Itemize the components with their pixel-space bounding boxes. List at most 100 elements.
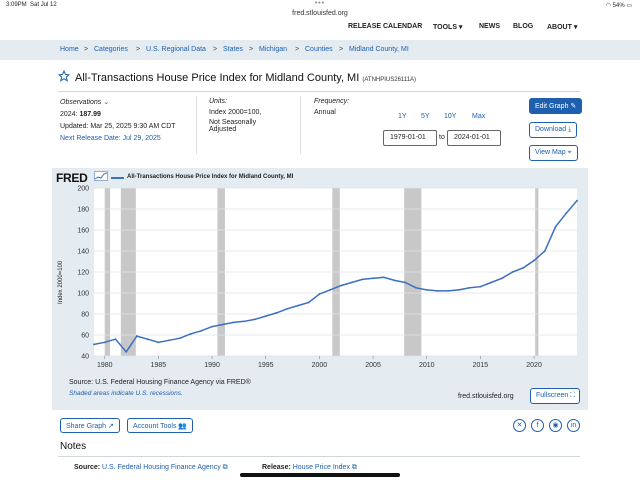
download-button[interactable]: Download ⤓ — [529, 122, 578, 138]
data-point — [211, 325, 213, 328]
top-navigation: RELEASE CALENDAR TOOLS ▾ NEWS BLOG ABOUT… — [0, 20, 640, 40]
line-chart[interactable]: 40 60 80 100 120 140 160 180 200 1980 1985 1990 1995… — [52, 180, 588, 380]
reddit-icon[interactable]: ◉ — [549, 419, 562, 432]
users-icon: 👥 — [178, 423, 188, 430]
nav-blog[interactable]: BLOG — [513, 23, 533, 30]
data-point — [382, 276, 385, 279]
data-point — [479, 285, 482, 288]
series-id: (ATNHPIUS26111A) — [362, 77, 417, 83]
recession-note[interactable]: Shaded areas indicate U.S. recessions. — [69, 390, 183, 397]
share-graph-button[interactable]: Share Graph ↗ — [60, 418, 120, 433]
data-point — [554, 225, 557, 228]
chart-source: Source: U.S. Federal Housing Finance Age… — [69, 379, 251, 386]
edit-icon: ✎ — [570, 103, 577, 110]
data-point — [189, 333, 192, 335]
range-10y[interactable]: 10Y — [444, 113, 456, 120]
latest-observation: 2024: 187.99 — [60, 111, 101, 118]
battery-indicator: ◠ 54% ▭ — [605, 3, 632, 9]
favorite-star-icon[interactable] — [58, 70, 70, 82]
x-tick-label: 2015 — [473, 362, 489, 369]
data-point — [339, 284, 342, 287]
y-tick-label: 60 — [81, 333, 89, 340]
home-indicator — [240, 473, 400, 477]
nav-release-calendar[interactable]: RELEASE CALENDAR — [348, 23, 422, 30]
data-point — [307, 301, 310, 304]
crumb-counties[interactable]: Counties — [305, 46, 333, 53]
divider — [58, 456, 580, 457]
y-tick-label: 160 — [77, 228, 89, 235]
linkedin-icon[interactable]: in — [567, 419, 580, 432]
view-map-button[interactable]: View Map ⌖ — [529, 145, 578, 161]
x-tick-label: 1995 — [258, 362, 274, 369]
x-tick-label: 1990 — [204, 362, 220, 369]
chevron-down-icon: ⌄ — [103, 99, 110, 106]
x-social-icon[interactable]: ✕ — [513, 419, 526, 432]
data-point — [275, 312, 278, 314]
data-point — [447, 290, 450, 292]
data-point — [297, 304, 299, 307]
share-icon: ↗ — [108, 423, 114, 430]
y-tick-label: 120 — [77, 270, 89, 277]
divider — [196, 96, 197, 154]
crumb-midland[interactable]: Midland County, MI — [349, 46, 409, 53]
y-tick-label: 140 — [77, 249, 89, 256]
data-point — [543, 250, 546, 252]
data-point — [533, 259, 535, 262]
x-tick-label: 1980 — [97, 362, 113, 369]
nav-tools[interactable]: TOOLS ▾ — [433, 23, 462, 31]
fullscreen-button[interactable]: Fullscreen ⛶ — [530, 388, 580, 404]
y-tick-label: 200 — [77, 186, 89, 193]
data-point — [415, 286, 417, 289]
crumb-michigan[interactable]: Michigan — [259, 46, 287, 53]
y-tick-label: 180 — [77, 207, 89, 214]
next-release-link[interactable]: Next Release Date: Jul 29, 2025 — [60, 135, 161, 142]
data-point — [425, 288, 428, 291]
y-tick-label: 100 — [77, 291, 89, 298]
tab-dots-icon[interactable]: ••• — [0, 0, 640, 7]
download-icon: ⤓ — [568, 126, 572, 133]
crumb-regional[interactable]: U.S. Regional Data — [146, 46, 206, 53]
nav-news[interactable]: NEWS — [479, 23, 500, 30]
observations-dropdown[interactable]: Observations ⌄ — [60, 98, 109, 106]
account-tools-button[interactable]: Account Tools 👥 — [127, 418, 194, 433]
data-point — [393, 279, 396, 282]
crumb-categories[interactable]: Categories — [94, 46, 128, 53]
data-point — [565, 212, 568, 215]
external-link-icon: ⧉ — [222, 464, 228, 471]
crumb-home[interactable]: Home — [60, 46, 79, 53]
data-point — [157, 341, 160, 344]
facebook-icon[interactable]: f — [531, 419, 544, 432]
x-tick-label: 2020 — [526, 362, 542, 369]
data-point — [178, 337, 181, 340]
crumb-states[interactable]: States — [223, 46, 243, 53]
to-label: to — [439, 134, 445, 141]
data-point — [350, 281, 353, 284]
units-block: Units: Index 2000=100, Not Seasonally Ad… — [209, 98, 262, 133]
data-point — [93, 343, 95, 346]
edit-graph-button[interactable]: Edit Graph ✎ — [529, 98, 583, 114]
data-point — [243, 320, 246, 323]
data-point — [286, 307, 289, 310]
data-point — [404, 281, 407, 284]
range-max[interactable]: Max — [472, 113, 485, 120]
expand-icon: ⛶ — [570, 392, 576, 399]
nav-about[interactable]: ABOUT ▾ — [547, 23, 577, 31]
data-point — [254, 318, 256, 321]
address-bar[interactable]: fred.stlouisfed.org — [0, 10, 640, 17]
end-date-input[interactable]: 2024-01-01 — [447, 130, 501, 146]
source-link[interactable]: U.S. Federal Housing Finance Agency — [102, 464, 221, 471]
range-5y[interactable]: 5Y — [421, 113, 430, 120]
divider — [58, 91, 580, 92]
legend-line-swatch — [111, 177, 124, 179]
start-date-input[interactable]: 1979-01-01 — [383, 130, 437, 146]
page-title: All-Transactions House Price Index for M… — [75, 72, 417, 84]
data-point — [511, 271, 514, 273]
notes-release: Release: House Price Index ⧉ — [262, 464, 357, 471]
data-point — [232, 321, 235, 324]
data-point — [372, 277, 374, 280]
range-1y[interactable]: 1Y — [398, 113, 407, 120]
external-link-icon: ⧉ — [351, 464, 357, 471]
x-tick-label: 2000 — [312, 362, 328, 369]
release-link[interactable]: House Price Index — [293, 464, 350, 471]
data-point — [436, 290, 439, 292]
